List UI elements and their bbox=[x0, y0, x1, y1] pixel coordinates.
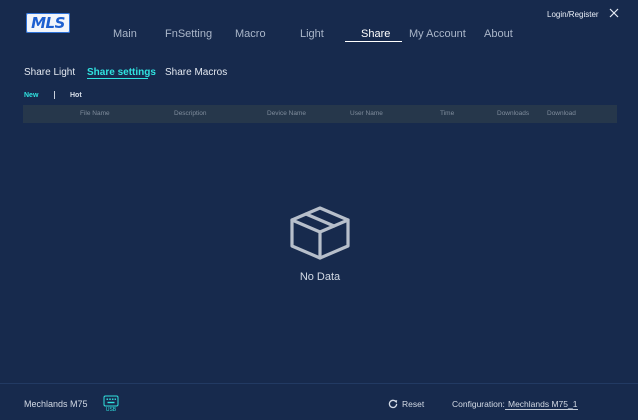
column-header-description[interactable]: Description bbox=[174, 110, 207, 117]
column-header-device-name[interactable]: Device Name bbox=[267, 110, 306, 117]
close-icon[interactable] bbox=[608, 7, 620, 19]
logo-text: MLS bbox=[31, 14, 65, 32]
subtab-share-macros[interactable]: Share Macros bbox=[165, 67, 227, 78]
nav-tab-about[interactable]: About bbox=[484, 28, 513, 40]
filter-new[interactable]: New bbox=[24, 92, 38, 99]
nav-tab-light[interactable]: Light bbox=[300, 28, 324, 40]
mls-logo: MLS bbox=[26, 13, 70, 33]
column-header-user-name[interactable]: User Name bbox=[350, 110, 383, 117]
configuration-select[interactable]: Mechlands M75_1 bbox=[505, 397, 578, 410]
configuration-label: Configuration: bbox=[452, 399, 505, 409]
login-register-link[interactable]: Login/Register bbox=[547, 10, 599, 19]
reset-icon bbox=[388, 399, 398, 409]
subtab-share-light[interactable]: Share Light bbox=[24, 67, 75, 78]
empty-box-icon bbox=[290, 206, 350, 260]
filter-divider bbox=[54, 91, 55, 99]
column-header-time[interactable]: Time bbox=[440, 110, 454, 117]
usb-device-button[interactable]: USB bbox=[103, 394, 119, 414]
configuration-value: Mechlands M75_1 bbox=[508, 399, 578, 409]
reset-button[interactable]: Reset bbox=[388, 398, 424, 410]
column-header-downloads[interactable]: Downloads bbox=[497, 110, 529, 117]
active-subtab-indicator bbox=[87, 78, 148, 79]
nav-tab-fnsetting[interactable]: FnSetting bbox=[165, 28, 212, 40]
filter-hot[interactable]: Hot bbox=[70, 92, 82, 99]
nav-tab-macro[interactable]: Macro bbox=[235, 28, 266, 40]
nav-tab-share[interactable]: Share bbox=[361, 28, 390, 40]
table-header: File Name Description Device Name User N… bbox=[23, 105, 617, 123]
usb-keyboard-icon bbox=[103, 395, 119, 407]
empty-state-text: No Data bbox=[299, 271, 341, 283]
footer-divider bbox=[0, 383, 638, 384]
device-name: Mechlands M75 bbox=[24, 399, 88, 409]
nav-tab-main[interactable]: Main bbox=[113, 28, 137, 40]
column-header-download[interactable]: Download bbox=[547, 110, 576, 117]
active-nav-indicator bbox=[345, 41, 402, 42]
app-window: MLS Login/Register Main FnSetting Macro … bbox=[0, 0, 638, 420]
subtab-share-settings[interactable]: Share settings bbox=[87, 67, 156, 78]
reset-label: Reset bbox=[402, 399, 425, 409]
nav-tab-my-account[interactable]: My Account bbox=[409, 28, 466, 40]
usb-label: USB bbox=[105, 407, 117, 413]
column-header-file-name[interactable]: File Name bbox=[80, 110, 110, 117]
